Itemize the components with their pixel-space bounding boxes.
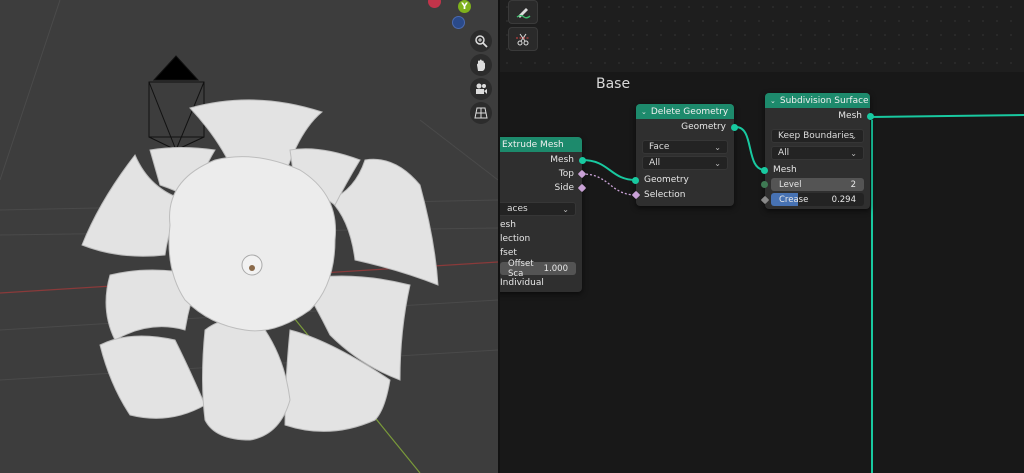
node-delete-geometry-title: Delete Geometry — [650, 106, 729, 117]
node-editor-backdrop-dots — [500, 0, 1024, 72]
node-extrude-mesh[interactable]: Extrude Mesh Mesh Top Side aces ⌄ esh lec… — [500, 137, 587, 292]
output-mesh: Mesh — [838, 111, 862, 121]
node-subdivision-surface[interactable]: ⌄ Subdivision Surface Mesh Keep Boundari… — [760, 93, 874, 209]
mode-dropdown[interactable]: aces ⌄ — [500, 202, 576, 216]
node-subdivision-surface-title: Subdivision Surface — [779, 95, 869, 106]
flower-mesh — [81, 99, 439, 441]
socket-input-geometry[interactable] — [632, 177, 639, 184]
node-editor[interactable]: Base Extrude Mesh Mesh Top Side aces ⌄ es… — [500, 0, 1024, 473]
domain-dropdown[interactable]: Face ⌄ — [642, 140, 728, 154]
camera-object — [148, 55, 205, 151]
node-extrude-mesh-title: Extrude Mesh — [502, 139, 564, 150]
offset-scale-field[interactable]: Offset Sca 1.000 — [500, 259, 576, 279]
socket-input-crease[interactable] — [760, 195, 770, 205]
input-geometry: Geometry — [644, 175, 689, 185]
output-mesh: Mesh — [550, 155, 574, 165]
boundary-dropdown[interactable]: Keep Boundaries ⌄ — [771, 129, 864, 143]
socket-output-mesh[interactable] — [867, 113, 874, 120]
level-field[interactable]: Level 2 — [771, 178, 864, 191]
perspective-grid-icon[interactable] — [470, 102, 492, 124]
uv-smooth-dropdown[interactable]: All ⌄ — [771, 146, 864, 160]
3d-viewport[interactable]: Y — [0, 0, 498, 473]
link-geometry-to-mesh — [735, 126, 766, 171]
link-mesh-to-geometry — [581, 159, 637, 181]
individual-checkbox-row[interactable]: Individual — [500, 276, 582, 290]
link-top-to-selection — [581, 173, 637, 196]
gizmo-y-axis-icon[interactable]: Y — [458, 0, 471, 13]
collapse-chevron-icon[interactable]: ⌄ — [641, 108, 647, 116]
zoom-icon[interactable] — [470, 30, 492, 52]
node-subdivision-surface-header[interactable]: ⌄ Subdivision Surface — [765, 93, 870, 108]
input-selection: Selection — [644, 190, 686, 200]
socket-input-mesh[interactable] — [761, 167, 768, 174]
crease-slider[interactable]: Crease 0.294 — [771, 193, 864, 206]
socket-output-mesh[interactable] — [579, 157, 586, 164]
output-top: Top — [558, 169, 574, 179]
collapse-chevron-icon[interactable]: ⌄ — [770, 97, 776, 105]
node-delete-geometry-header[interactable]: ⌄ Delete Geometry — [636, 104, 734, 119]
input-selection: lection — [500, 234, 531, 244]
output-side: Side — [554, 183, 574, 193]
socket-output-geometry[interactable] — [731, 124, 738, 131]
frame-label: Base — [596, 76, 631, 92]
delete-mode-dropdown[interactable]: All ⌄ — [642, 156, 728, 170]
link-output-mesh — [869, 114, 1024, 118]
pan-hand-icon[interactable] — [470, 54, 492, 76]
node-extrude-mesh-header[interactable]: Extrude Mesh — [500, 137, 582, 152]
output-geometry: Geometry — [681, 122, 726, 132]
annotate-pencil-icon[interactable] — [508, 0, 538, 24]
link-cut-icon[interactable] — [508, 27, 538, 51]
gizmo-z-negative-icon[interactable] — [452, 16, 465, 29]
socket-input-level[interactable] — [761, 181, 768, 188]
input-mesh: esh — [500, 220, 516, 230]
camera-view-icon[interactable] — [470, 78, 492, 100]
input-mesh: Mesh — [773, 165, 797, 175]
viewport-scene — [0, 0, 498, 473]
node-delete-geometry[interactable]: ⌄ Delete Geometry Geometry Face ⌄ All ⌄ Ge… — [631, 104, 738, 206]
